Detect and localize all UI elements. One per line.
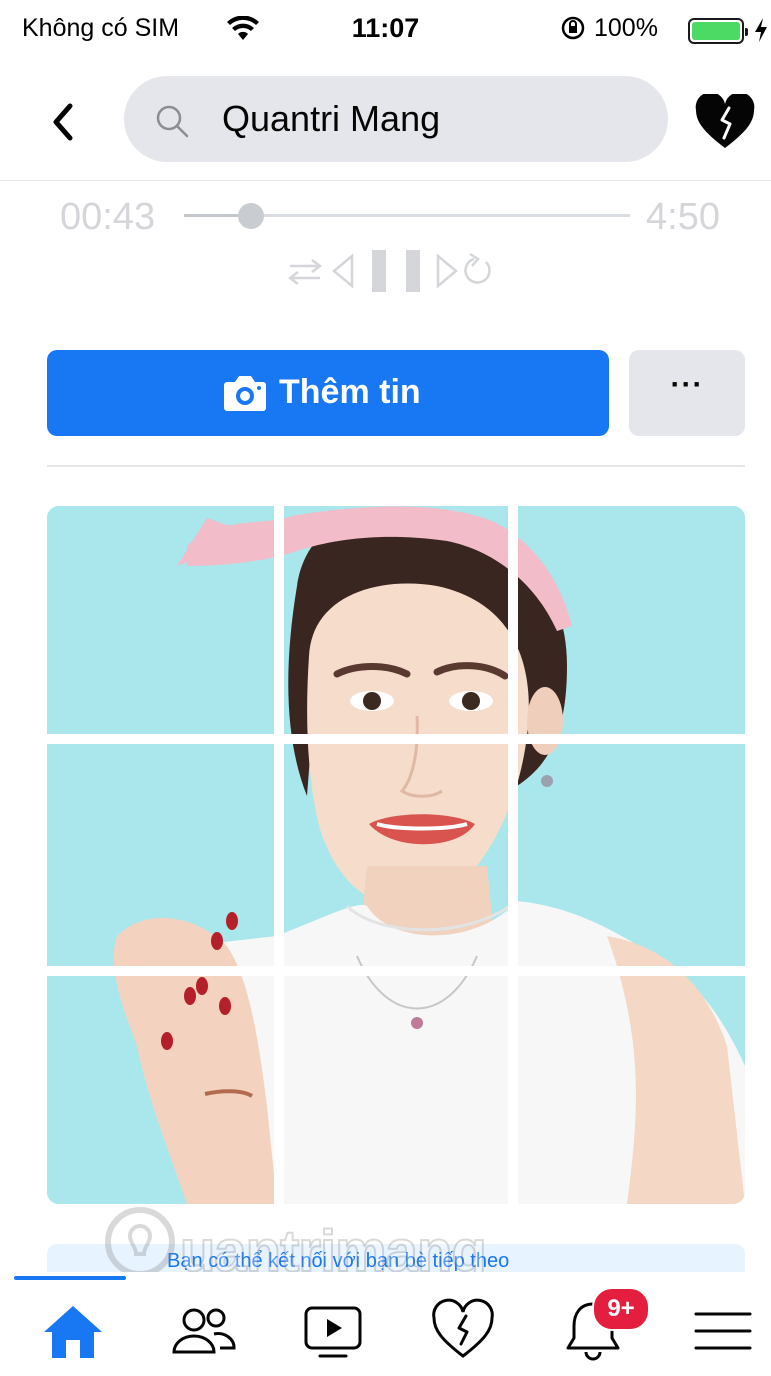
profile-photo [47, 506, 745, 1204]
dating-heart-icon [432, 1298, 494, 1358]
active-tab-indicator [14, 1276, 126, 1280]
duration-time: 4:50 [646, 196, 720, 238]
battery-icon [688, 18, 748, 44]
tab-watch[interactable] [298, 1296, 368, 1366]
add-story-label: Thêm tin [279, 373, 421, 411]
music-player: 00:43 4:50 [0, 184, 771, 314]
camera-icon [223, 374, 267, 417]
tab-dating[interactable] [428, 1296, 498, 1366]
grid-line [274, 506, 284, 1204]
charging-bolt-icon [754, 18, 768, 47]
chevron-left-icon [53, 103, 73, 141]
status-bar: Không có SIM 11:07 100% [0, 0, 771, 64]
more-dots-icon: ··· [670, 368, 704, 401]
profile-photo-grid[interactable] [47, 506, 745, 1204]
back-button[interactable] [44, 102, 84, 142]
menu-icon [694, 1312, 752, 1350]
next-icon[interactable] [436, 253, 458, 289]
add-story-button[interactable]: Thêm tin [47, 350, 609, 436]
previous-icon[interactable] [332, 253, 354, 289]
tab-friends[interactable] [168, 1296, 238, 1366]
progress-knob[interactable] [237, 203, 264, 229]
friends-icon [172, 1308, 236, 1354]
repeat-icon[interactable] [464, 252, 491, 284]
watch-icon [304, 1306, 362, 1358]
pause-icon[interactable] [372, 250, 420, 292]
search-query[interactable]: Quantri Mang [222, 98, 440, 140]
bottom-navigation [0, 1272, 771, 1376]
search-bar[interactable]: Quantri Mang [124, 76, 668, 162]
divider [47, 465, 745, 467]
heart-icon[interactable] [694, 92, 756, 155]
tab-menu[interactable] [688, 1296, 758, 1366]
battery-percent: 100% [594, 14, 658, 42]
elapsed-time: 00:43 [60, 196, 156, 238]
shuffle-icon[interactable] [287, 259, 323, 285]
grid-line [47, 966, 745, 976]
search-header: Quantri Mang [0, 64, 771, 181]
tab-home[interactable] [38, 1296, 108, 1366]
grid-line [508, 506, 518, 1204]
notification-badge: 9+ [592, 1287, 650, 1331]
playback-controls [287, 248, 498, 299]
search-icon [154, 103, 190, 144]
orientation-lock-icon [560, 15, 586, 46]
grid-line [47, 734, 745, 744]
home-icon [44, 1306, 102, 1358]
more-options-button[interactable]: ··· [629, 350, 745, 436]
